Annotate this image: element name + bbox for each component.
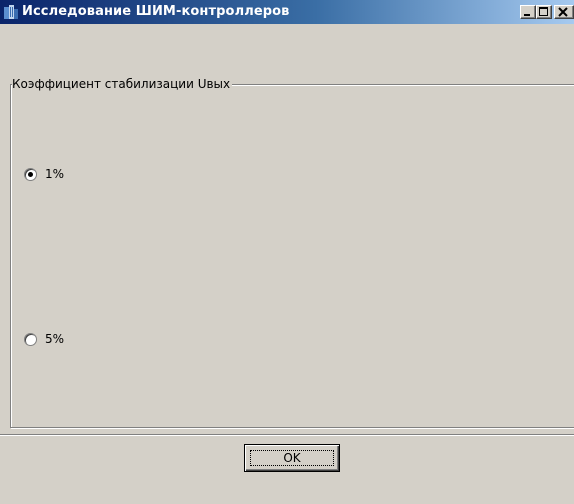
group-legend: Коэффициент стабилизации Uвых (12, 77, 233, 91)
minimize-button[interactable] (520, 5, 536, 19)
ok-button[interactable]: OK (244, 444, 340, 472)
app-building-icon (3, 4, 19, 20)
radio-option-5-percent[interactable]: 5% (24, 331, 64, 347)
separator (0, 434, 574, 436)
radio-label: 1% (45, 167, 65, 181)
maximize-icon (539, 7, 548, 16)
radio-button-unchecked[interactable] (24, 332, 37, 346)
radio-button-checked[interactable] (24, 167, 37, 181)
close-icon (558, 7, 568, 17)
radio-label: 5% (45, 332, 65, 346)
window-title: Исследование ШИМ-контроллеров (22, 4, 290, 19)
stabilization-groupbox (10, 84, 574, 428)
maximize-button[interactable] (536, 5, 552, 19)
radio-option-1-percent[interactable]: 1% (24, 166, 64, 182)
focus-rect (250, 450, 334, 466)
title-bar[interactable]: Исследование ШИМ-контроллеров (0, 0, 574, 24)
minimize-icon (524, 14, 530, 16)
close-button[interactable] (554, 5, 574, 19)
